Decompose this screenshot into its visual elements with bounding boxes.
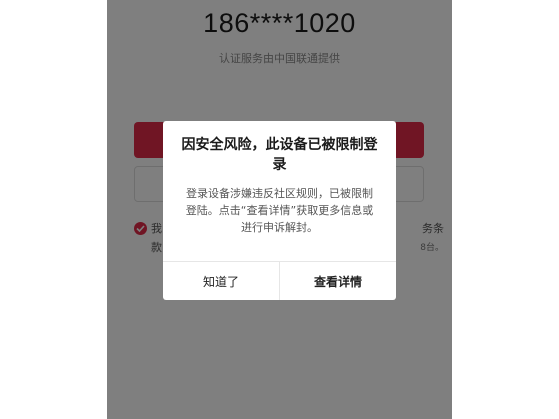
dialog-title: 因安全风险，此设备已被限制登录 <box>181 137 378 173</box>
dialog-message: 登录设备涉嫌违反社区规则，已被限制登陆。点击“查看详情”获取更多信息或进行申诉解… <box>185 187 374 234</box>
view-details-button[interactable]: 查看详情 <box>279 262 396 300</box>
right-margin <box>452 0 559 419</box>
security-restriction-dialog: 因安全风险，此设备已被限制登录 登录设备涉嫌违反社区规则，已被限制登陆。点击“查… <box>163 121 396 300</box>
dialog-actions: 知道了 查看详情 <box>163 261 396 300</box>
left-margin <box>0 0 107 419</box>
acknowledge-button[interactable]: 知道了 <box>163 262 279 300</box>
